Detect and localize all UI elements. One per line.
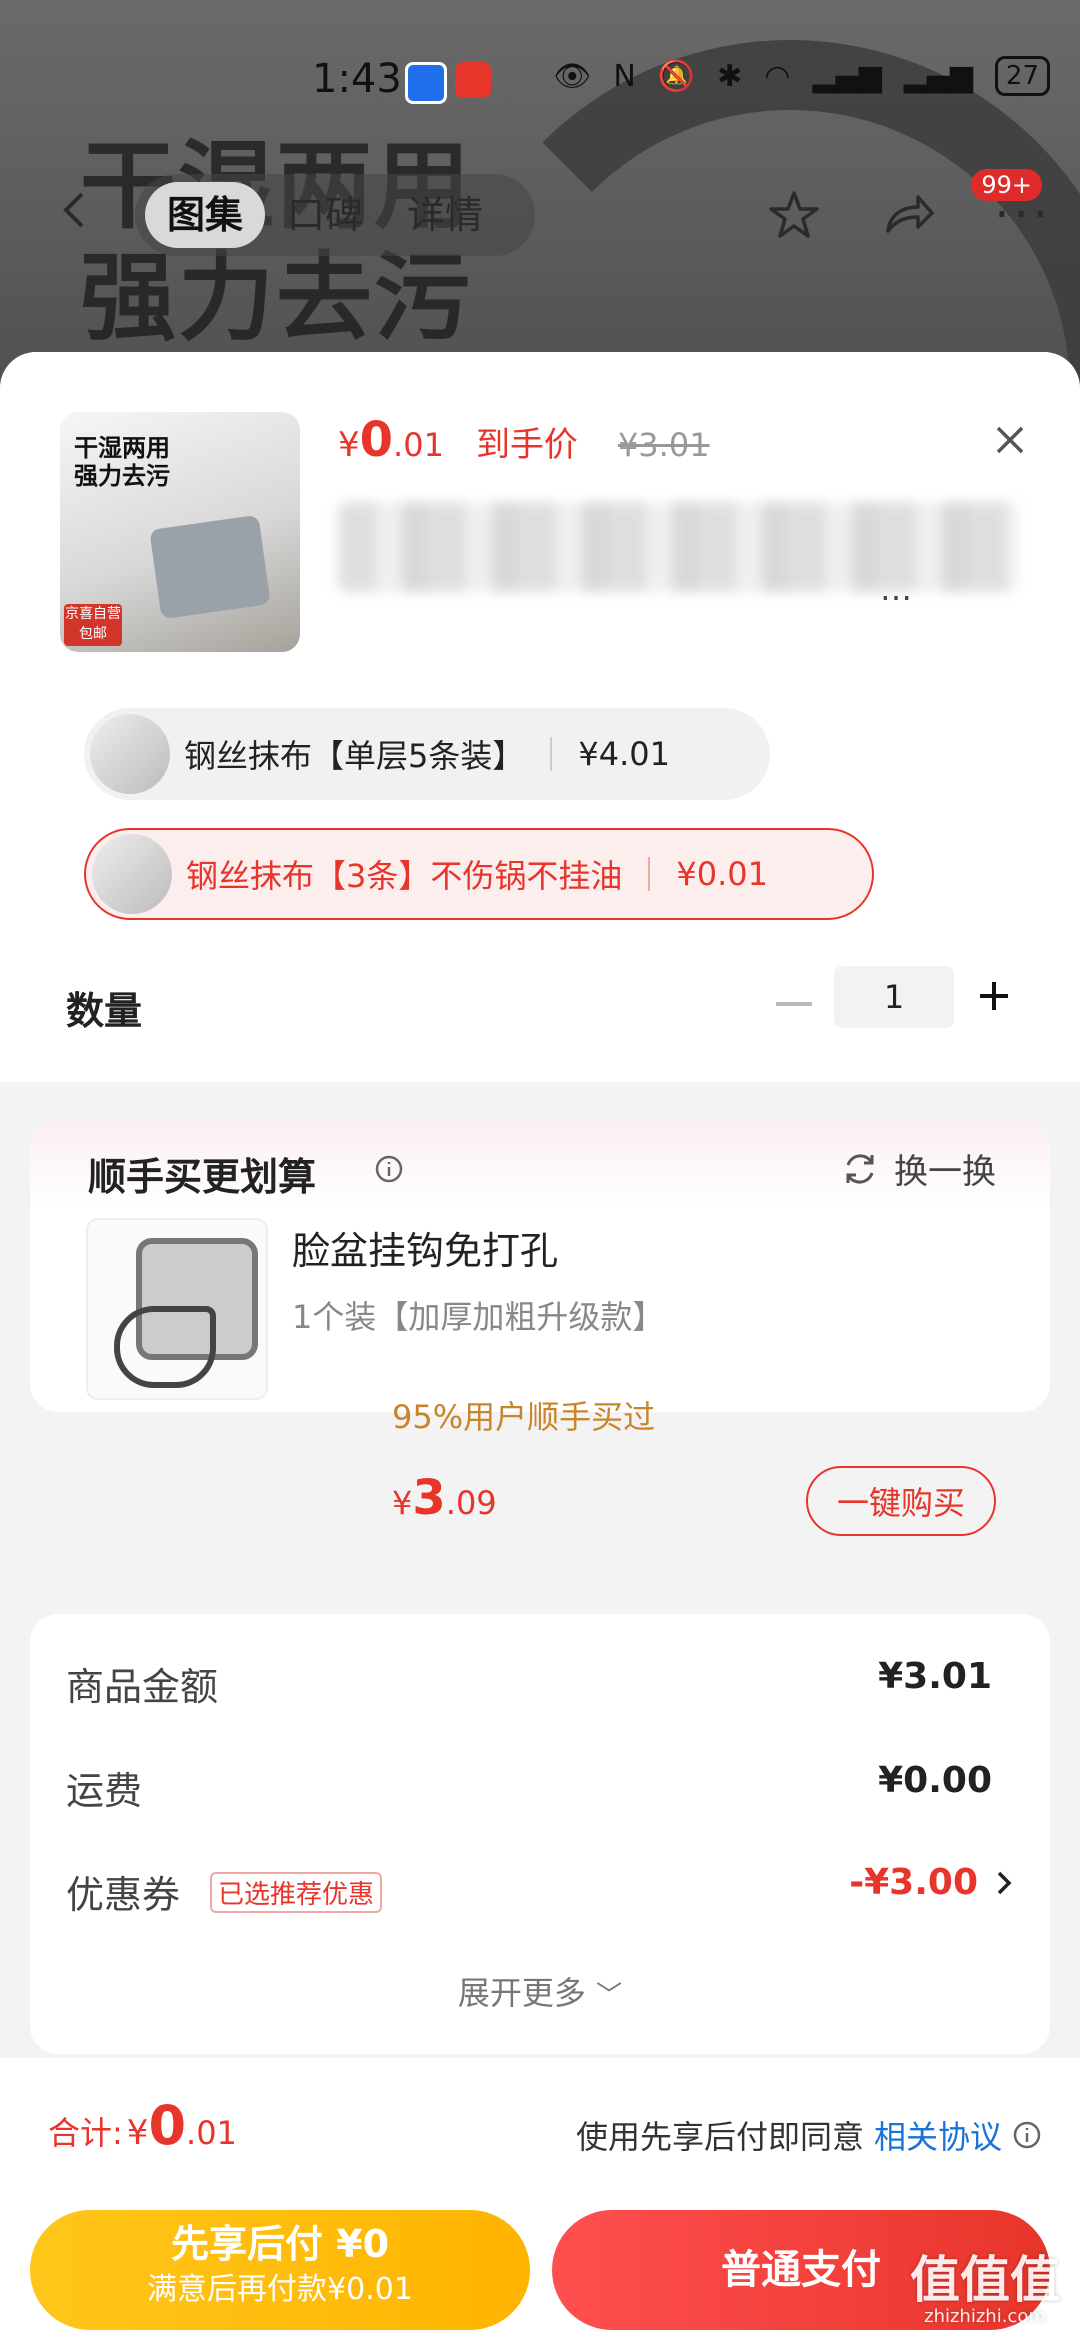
bluetooth-icon: ✱	[717, 58, 743, 94]
close-icon[interactable]	[992, 422, 1028, 458]
price-line: ¥0.01 到手价 ¥3.01	[338, 412, 710, 468]
summary-label: 运费	[66, 1769, 143, 1813]
summary-label: 优惠券	[66, 1873, 181, 1917]
chevron-right-icon	[997, 1871, 1012, 1894]
product-nav: 图集 口碑 详情 ··· 99+	[0, 169, 1080, 260]
expand-more-button[interactable]: 展开更多 ﹀	[30, 1968, 1050, 2014]
summary-value: ¥0.00	[878, 1760, 992, 1801]
agreement-prefix: 使用先享后付即同意	[575, 2118, 864, 2156]
signal-4g-icon: ▂▄▆	[812, 58, 882, 94]
tab-details[interactable]: 详情	[385, 182, 505, 248]
cloth-image	[149, 514, 271, 620]
summary-label: 商品金额	[66, 1665, 219, 1709]
swap-button[interactable]: 换一换	[840, 1144, 996, 1193]
price-integer: 0	[359, 412, 394, 468]
thumbnail-tag: 京喜自营 包邮	[64, 604, 122, 646]
app-notification-icon	[405, 62, 447, 104]
info-icon[interactable]	[1012, 2120, 1042, 2150]
expand-more-label: 展开更多	[457, 1974, 586, 2012]
status-icons: 👁 N 🔕 ✱ ◠ ▂▄▆ ▂▄▆ 27	[553, 56, 1050, 96]
total-currency: ¥	[126, 2113, 149, 2153]
thumbnail-text: 干湿两用 强力去污	[74, 434, 170, 490]
recommend-item-social-proof: 95%用户顺手买过	[392, 1398, 656, 1436]
price-currency: ¥	[338, 425, 360, 465]
pay-later-button[interactable]: 先享后付 ¥0 满意后再付款¥0.01	[30, 2210, 530, 2330]
final-price-label: 到手价	[475, 425, 578, 465]
watermark-logo: 值值值	[910, 2251, 1060, 2309]
recommend-card: 顺手买更划算 换一换 脸盆挂钩免打孔 1个装【加厚加粗升级款】	[30, 1120, 1050, 1412]
app-notification-icon	[455, 62, 491, 98]
agreement-text: 使用先享后付即同意 相关协议	[576, 2112, 1042, 2158]
signal-5g-icon: ▂▄▆	[903, 58, 973, 94]
title-ellipsis: …	[880, 570, 912, 608]
tab-bar: 图集 口碑 详情	[135, 174, 535, 256]
total-decimal: .01	[186, 2114, 237, 2152]
order-summary: 商品金额 ¥3.01 运费 ¥0.00 优惠券 已选推荐优惠 -¥3.00 展开…	[30, 1614, 1050, 2054]
swap-label: 换一换	[894, 1152, 996, 1192]
recommend-item-spec: 1个装【加厚加粗升级款】	[292, 1298, 665, 1336]
total-integer: 0	[148, 2094, 187, 2157]
tab-gallery[interactable]: 图集	[145, 182, 266, 248]
watermark-url: zhizhizhi.com	[924, 2306, 1046, 2327]
recommend-item-price: ¥3.09	[392, 1470, 497, 1526]
mute-icon: 🔕	[657, 58, 696, 94]
notification-badge: 99+	[971, 169, 1042, 201]
star-icon[interactable]	[766, 187, 822, 243]
total-label: 合计:	[48, 2114, 123, 2152]
recommend-price-integer: 3	[412, 1470, 446, 1526]
refresh-icon	[846, 1153, 874, 1184]
status-time: 1:43	[312, 56, 402, 102]
thumbnail-text-line: 强力去污	[74, 462, 170, 490]
recommend-price-currency: ¥	[392, 1484, 413, 1522]
recommend-item-name[interactable]: 脸盆挂钩免打孔	[292, 1220, 558, 1275]
wifi-icon: ◠	[764, 58, 791, 94]
info-icon[interactable]	[374, 1154, 404, 1184]
more-menu[interactable]: ··· 99+	[971, 169, 1052, 243]
coupon-tag: 已选推荐优惠	[210, 1872, 383, 1913]
tab-reviews[interactable]: 口碑	[265, 182, 385, 248]
thumbnail-text-line: 干湿两用	[74, 434, 170, 462]
pay-later-title: 先享后付 ¥0	[170, 2222, 390, 2266]
nfc-icon: N	[613, 58, 636, 94]
battery-indicator: 27	[994, 56, 1050, 96]
product-thumbnail[interactable]: 干湿两用 强力去污 京喜自营 包邮	[60, 412, 300, 652]
one-click-buy-button[interactable]: 一键购买	[806, 1466, 996, 1536]
summary-value: ¥3.01	[878, 1656, 992, 1697]
recommend-price-decimal: .09	[445, 1484, 497, 1522]
recommend-title: 顺手买更划算	[88, 1155, 317, 1199]
status-bar: 1:43 👁 N 🔕 ✱ ◠ ▂▄▆ ▂▄▆ 27	[0, 0, 1080, 140]
recommend-card-anchor	[30, 750, 1050, 1062]
total-price: 合计: ¥ 0 .01	[48, 2094, 237, 2157]
watermark: 值值值 zhizhizhi.com	[910, 2240, 1060, 2327]
share-icon[interactable]	[880, 187, 936, 243]
price-decimal: .01	[393, 426, 444, 464]
coupon-selector[interactable]: -¥3.00	[849, 1862, 1014, 1903]
summary-value: -¥3.00	[849, 1862, 978, 1903]
chevron-down-icon: ﹀	[596, 1981, 623, 2011]
eye-icon: 👁	[553, 58, 592, 94]
recommend-item-image[interactable]	[86, 1218, 268, 1400]
back-icon[interactable]	[56, 190, 96, 230]
original-price: ¥3.01	[617, 426, 710, 464]
blurred-product-title	[338, 502, 1018, 592]
agreement-link[interactable]: 相关协议	[874, 2112, 1002, 2158]
pay-later-subtitle: 满意后再付款¥0.01	[147, 2272, 413, 2307]
nav-actions: ··· 99+	[766, 169, 1052, 260]
